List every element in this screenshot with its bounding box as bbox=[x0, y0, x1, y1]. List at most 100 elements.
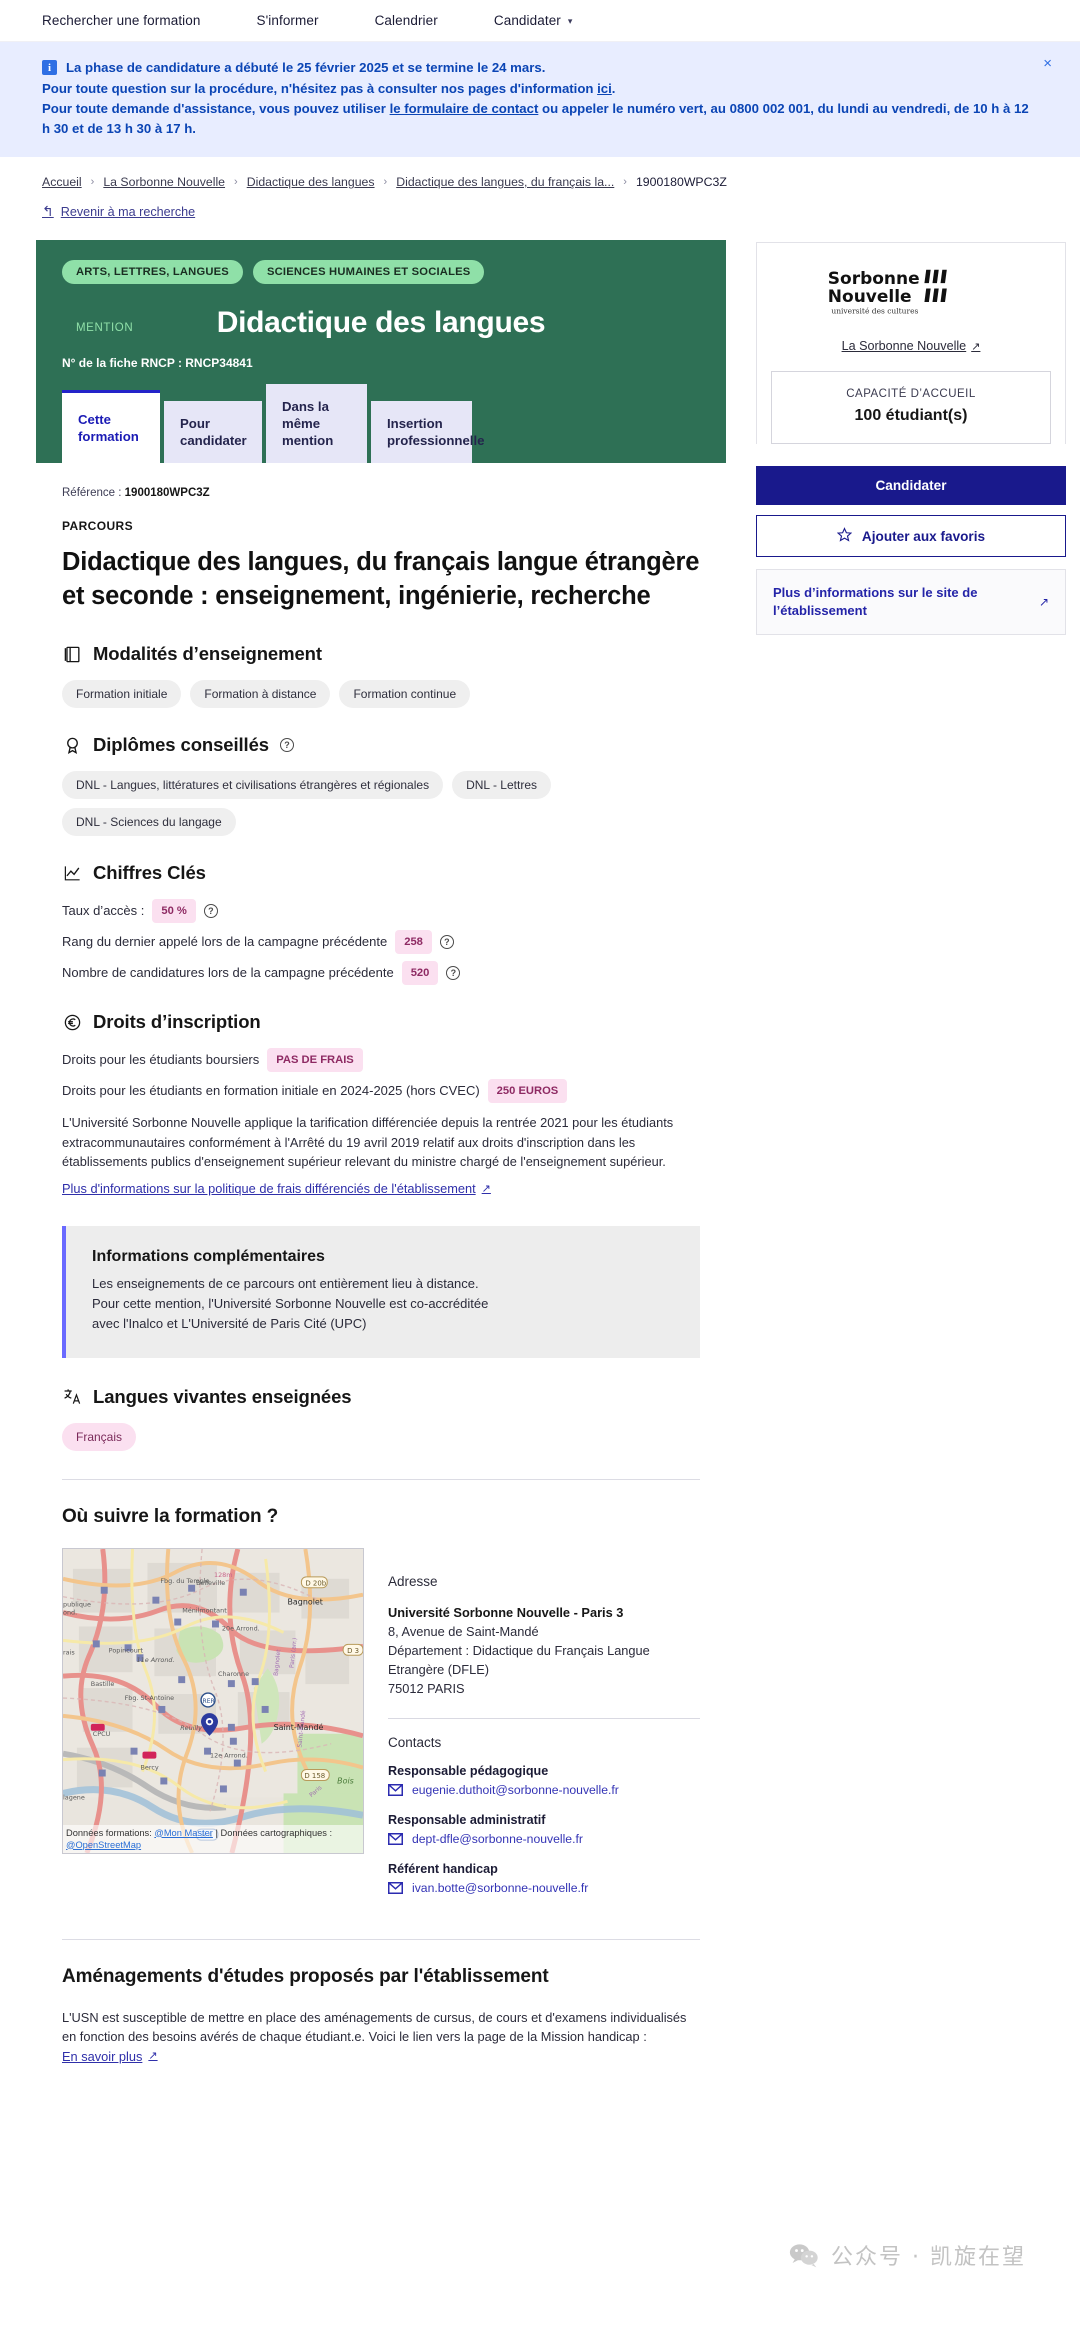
section-heading: Modalités d’enseignement bbox=[62, 643, 700, 665]
svg-text:Sorbonne: Sorbonne bbox=[828, 269, 920, 289]
help-icon[interactable]: ? bbox=[439, 935, 454, 949]
en-savoir-plus-link[interactable]: En savoir plus ↗ bbox=[62, 2047, 158, 2067]
tab-insertion-professionnelle[interactable]: Insertion professionnelle bbox=[371, 401, 485, 463]
nav-item-candidater[interactable]: Candidater ▾ bbox=[494, 13, 573, 28]
sidebar: Sorbonne Nouvelle université des culture… bbox=[756, 240, 1066, 635]
contact-email-row[interactable]: dept-dfle@sorbonne-nouvelle.fr bbox=[388, 1832, 700, 1846]
location-map[interactable]: Fbg. du Temple Ménilmontant Popincourt 1… bbox=[62, 1547, 364, 1854]
banner-contact-form-link[interactable]: le formulaire de contact bbox=[390, 101, 539, 116]
callout-title: Informations complémentaires bbox=[92, 1247, 325, 1265]
institution-website-link[interactable]: La Sorbonne Nouvelle ↗ bbox=[756, 337, 1066, 371]
contact-email[interactable]: ivan.botte@sorbonne-nouvelle.fr bbox=[412, 1881, 588, 1895]
mon-master-link[interactable]: @Mon Master bbox=[154, 1828, 213, 1838]
svg-text:128m: 128m bbox=[214, 1570, 233, 1578]
tab-pour-candidater[interactable]: Pour candidater bbox=[164, 401, 262, 463]
nav-label: Rechercher une formation bbox=[42, 13, 201, 28]
nav-item-informer[interactable]: S'informer bbox=[256, 13, 318, 28]
amenagements-paragraph: L'USN est susceptible de mettre en place… bbox=[62, 2008, 700, 2067]
section-amenagements: Aménagements d'études proposés par l'éta… bbox=[62, 1966, 700, 2067]
section-langues-vivantes: Langues vivantes enseignées Français bbox=[62, 1386, 700, 1451]
map-tiles: Fbg. du Temple Ménilmontant Popincourt 1… bbox=[63, 1548, 363, 1853]
top-navigation: Rechercher une formation S'informer Cale… bbox=[0, 0, 1080, 42]
breadcrumb-separator: › bbox=[90, 176, 95, 188]
chip: Formation continue bbox=[339, 680, 471, 708]
contact-email[interactable]: eugenie.duthoit@sorbonne-nouvelle.fr bbox=[412, 1783, 619, 1797]
section-heading: Chiffres Clés bbox=[62, 862, 700, 884]
reference-value: 1900180WPC3Z bbox=[124, 487, 210, 499]
fee-row-boursiers: Droits pour les étudiants boursiers PAS … bbox=[62, 1048, 700, 1072]
add-to-favorites-button[interactable]: Ajouter aux favoris bbox=[756, 515, 1066, 557]
breadcrumb-current: 1900180WPC3Z bbox=[635, 175, 727, 189]
external-link-icon: ↗ bbox=[971, 341, 981, 353]
tab-label: Insertion professionnelle bbox=[387, 416, 485, 448]
institution-link-label: La Sorbonne Nouvelle bbox=[841, 339, 967, 353]
map-pin-icon bbox=[201, 1712, 218, 1736]
contact-item: Responsable pédagogique eugenie.duthoit@… bbox=[388, 1764, 700, 1797]
attr-middle: | Données cartographiques : bbox=[212, 1827, 333, 1838]
breadcrumb-separator: › bbox=[234, 176, 238, 188]
svg-text:ond.: ond. bbox=[63, 1608, 77, 1616]
contact-email-row[interactable]: eugenie.duthoit@sorbonne-nouvelle.fr bbox=[388, 1783, 700, 1797]
breadcrumb-item-parcours[interactable]: Didactique des langues, du français la..… bbox=[396, 175, 614, 189]
svg-text:Reuilly: Reuilly bbox=[180, 1723, 202, 1731]
tab-label: Dans la même mention bbox=[282, 399, 334, 448]
svg-text:D 20b: D 20b bbox=[305, 1579, 326, 1587]
help-icon[interactable]: ? bbox=[446, 966, 461, 980]
svg-text:CPCU: CPCU bbox=[93, 1729, 111, 1737]
chip: DNL - Sciences du langage bbox=[62, 808, 236, 836]
contact-email-row[interactable]: ivan.botte@sorbonne-nouvelle.fr bbox=[388, 1881, 700, 1895]
stat-row-nombre-candidatures: Nombre de candidatures lors de la campag… bbox=[62, 961, 700, 985]
breadcrumb-item-didactique[interactable]: Didactique des langues bbox=[247, 175, 375, 189]
watermark: 公众号 · 凯旋在望 bbox=[789, 2239, 1026, 2271]
translate-icon bbox=[62, 1387, 82, 1407]
breadcrumb-item-sorbonne[interactable]: La Sorbonne Nouvelle bbox=[103, 175, 225, 189]
external-link-icon: ↗ bbox=[1038, 595, 1049, 609]
contact-item: Responsable administratif dept-dfle@sorb… bbox=[388, 1813, 700, 1846]
more-info-label: Plus d’informations sur le site de l’éta… bbox=[773, 585, 978, 618]
section-title: Langues vivantes enseignées bbox=[93, 1385, 352, 1407]
tab-cette-formation[interactable]: Cette formation bbox=[62, 390, 160, 463]
section-title: Aménagements d'études proposés par l'éta… bbox=[62, 1965, 549, 1987]
help-icon[interactable]: ? bbox=[203, 904, 218, 918]
svg-text:D 158: D 158 bbox=[304, 1771, 325, 1779]
candidater-button[interactable]: Candidater bbox=[756, 466, 1066, 505]
banner-info-link[interactable]: ici bbox=[597, 81, 612, 96]
sorbonne-nouvelle-logo: Sorbonne Nouvelle université des culture… bbox=[828, 269, 947, 316]
breadcrumb-item-accueil[interactable]: Accueil bbox=[42, 175, 82, 189]
fee-value: PAS DE FRAIS bbox=[267, 1048, 363, 1072]
page-title: Didactique des langues bbox=[216, 306, 546, 339]
nav-label: S'informer bbox=[256, 13, 319, 28]
section-title: Droits d’inscription bbox=[93, 1011, 261, 1032]
nav-item-calendrier[interactable]: Calendrier bbox=[375, 13, 438, 28]
section-title: Modalités d’enseignement bbox=[93, 643, 322, 664]
banner-line-3: Pour toute demande d'assistance, vous po… bbox=[42, 99, 1038, 139]
section-title: Diplômes conseillés bbox=[93, 734, 269, 755]
tab-dans-la-meme-mention[interactable]: Dans la même mention bbox=[266, 384, 367, 463]
section-modalites: Modalités d’enseignement Formation initi… bbox=[62, 643, 700, 708]
close-icon[interactable]: × bbox=[1043, 56, 1052, 71]
section-title: Chiffres Clés bbox=[93, 862, 206, 883]
back-to-search-link[interactable]: ↰ Revenir à ma recherche bbox=[42, 203, 195, 220]
hero-title-row: MENTION Didactique des langues bbox=[62, 306, 700, 340]
mail-icon bbox=[388, 1832, 403, 1845]
book-icon bbox=[62, 644, 82, 664]
capacity-box: CAPACITÉ D’ACCUEIL 100 étudiant(s) bbox=[771, 371, 1051, 444]
divider bbox=[62, 1938, 700, 1940]
mention-label: MENTION bbox=[76, 322, 134, 334]
contact-role: Référent handicap bbox=[388, 1861, 498, 1876]
contact-role: Responsable administratif bbox=[388, 1812, 546, 1827]
frais-differencies-link[interactable]: Plus d'informations sur la politique de … bbox=[62, 1181, 491, 1196]
help-icon[interactable]: ? bbox=[279, 738, 294, 752]
wechat-icon bbox=[789, 2244, 818, 2268]
mail-icon bbox=[388, 1783, 403, 1796]
more-info-box[interactable]: Plus d’informations sur le site de l’éta… bbox=[756, 569, 1066, 635]
openstreetmap-link[interactable]: @OpenStreetMap bbox=[66, 1840, 141, 1850]
droits-paragraph: L'Université Sorbonne Nouvelle applique … bbox=[62, 1115, 674, 1169]
nav-item-rechercher[interactable]: Rechercher une formation bbox=[42, 13, 200, 28]
svg-text:lagene: lagene bbox=[63, 1793, 85, 1801]
svg-text:université des cultures: université des cultures bbox=[831, 307, 918, 316]
callout-line-2: Pour cette mention, l'Université Sorbonn… bbox=[92, 1295, 489, 1311]
divider bbox=[62, 1478, 700, 1480]
back-to-search: ↰ Revenir à ma recherche bbox=[0, 189, 1080, 220]
contact-email[interactable]: dept-dfle@sorbonne-nouvelle.fr bbox=[412, 1832, 583, 1846]
